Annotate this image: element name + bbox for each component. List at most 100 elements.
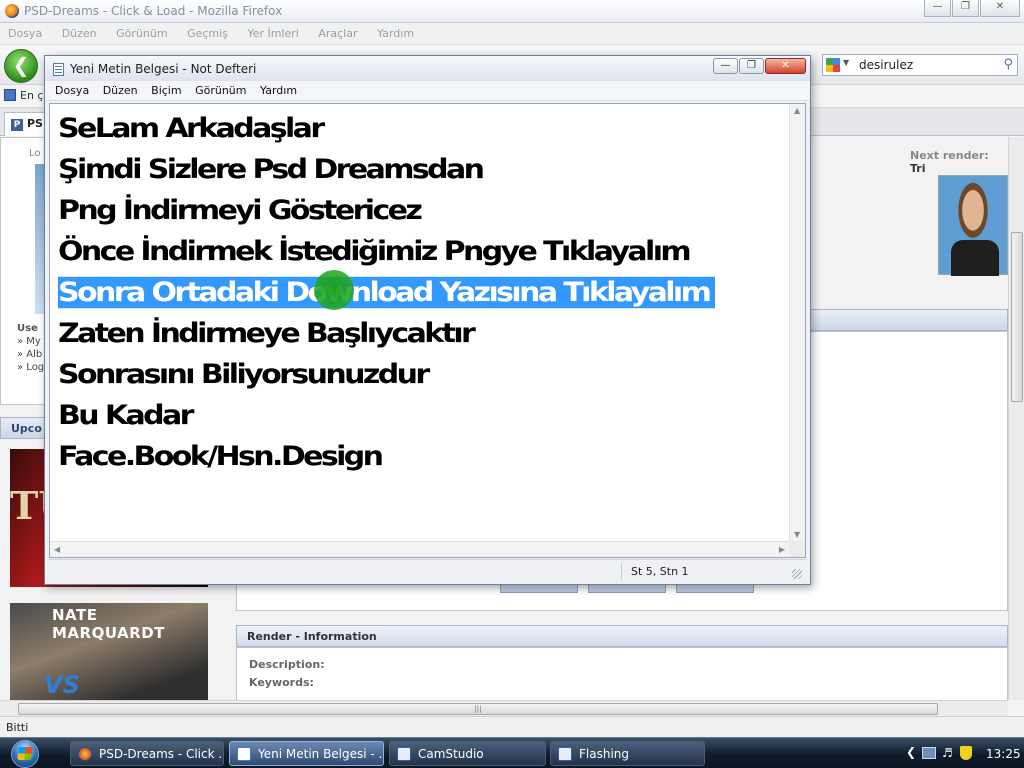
scroll-up-icon[interactable]: ▲ (794, 106, 800, 115)
browser-titlebar: PSD-Dreams - Click & Load - Mozilla Fire… (0, 0, 1024, 23)
taskbar-item-camstudio[interactable]: CamStudio (389, 741, 546, 766)
status-divider (621, 563, 622, 580)
text-line: Önce İndirmek İstediğimiz Pngye Tıklayal… (58, 235, 692, 268)
render-figure (951, 240, 999, 276)
maximize-button[interactable]: ❐ (739, 58, 764, 74)
menu-araclar[interactable]: Araçlar (310, 23, 365, 40)
user-link-logout[interactable]: » Log (17, 361, 44, 374)
text-line-selected: Sonra Ortadaki Download Yazısına Tıklaya… (58, 274, 778, 311)
minimize-button[interactable]: — (924, 0, 951, 17)
menu-yardim[interactable]: Yardım (250, 81, 297, 97)
page-vertical-scrollbar[interactable] (1008, 137, 1024, 700)
scroll-thumb[interactable]: ||| (18, 703, 938, 715)
next-render-label: Next render: (910, 149, 989, 162)
scrollbar-corner (789, 541, 805, 557)
menu-gecmis[interactable]: Geçmiş (179, 23, 236, 40)
mouse-cursor-highlight (314, 270, 354, 310)
bookmark-item[interactable]: En ç (4, 89, 43, 102)
menu-yer-imleri[interactable]: Yer İmleri (239, 23, 306, 40)
status-text: Bitti (6, 721, 29, 734)
notepad-menubar: Dosya Düzen Biçim Görünüm Yardım (45, 81, 810, 101)
bookmark-label: En ç (20, 89, 44, 102)
browser-menubar: Dosya Düzen Görünüm Geçmiş Yer İmleri Ar… (0, 23, 1024, 45)
close-button[interactable]: ✕ (980, 0, 1020, 17)
notepad-statusbar: St 5, Stn 1 (49, 559, 806, 582)
taskbar-item-flashing[interactable]: Flashing (550, 741, 705, 766)
event-poster[interactable]: NATE MARQUARDT VS (10, 603, 208, 700)
taskbar-item-firefox[interactable]: PSD-Dreams - Click ... (70, 741, 224, 766)
text-line: Png İndirmeyi Göstericez (58, 194, 423, 227)
clock[interactable]: 13:25 (986, 747, 1021, 761)
menu-gorunum[interactable]: Görünüm (185, 81, 246, 97)
menu-yardim[interactable]: Yardım (369, 23, 422, 40)
menu-bicim[interactable]: Biçim (141, 81, 181, 97)
back-arrow-icon: ❮ (12, 53, 30, 77)
close-button[interactable]: ✕ (765, 58, 806, 74)
search-engine-dropdown-icon[interactable]: ▼ (843, 58, 849, 67)
flashing-icon (558, 747, 572, 761)
chevron-left-icon[interactable]: ❮ (906, 745, 916, 759)
security-shield-icon[interactable] (960, 746, 972, 760)
bookmark-icon (4, 89, 16, 101)
menu-dosya[interactable]: Dosya (45, 81, 89, 97)
notepad-icon (237, 747, 251, 761)
scroll-right-icon[interactable]: ▶ (779, 545, 785, 554)
notepad-titlebar[interactable]: Yeni Metin Belgesi - Not Defteri — ❐ ✕ (45, 56, 810, 81)
volume-icon[interactable]: ♬ (942, 746, 953, 760)
minimize-button[interactable]: — (713, 58, 738, 74)
user-menu: Use » My » Alb » Log (17, 322, 44, 374)
text-line: Bu Kadar (58, 399, 194, 432)
menu-dosya[interactable]: Dosya (0, 23, 50, 40)
notepad-vertical-scrollbar[interactable]: ▲ ▼ (789, 104, 805, 541)
taskbar: PSD-Dreams - Click ... Yeni Metin Belges… (0, 737, 1024, 768)
notepad-title: Yeni Metin Belgesi - Not Defteri (70, 62, 257, 76)
search-input[interactable] (859, 56, 989, 74)
menu-duzen[interactable]: Düzen (54, 23, 105, 40)
notepad-text: SeLam Arkadaşlar Şimdi Sizlere Psd Dream… (58, 108, 778, 477)
start-button[interactable] (4, 738, 46, 768)
network-icon[interactable] (922, 747, 936, 759)
notepad-text-area[interactable]: SeLam Arkadaşlar Şimdi Sizlere Psd Dream… (49, 103, 806, 558)
search-box[interactable]: ▼ ⚲ (822, 54, 1018, 76)
back-button[interactable]: ❮ (4, 49, 38, 83)
notepad-window: Yeni Metin Belgesi - Not Defteri — ❐ ✕ D… (44, 55, 811, 585)
taskbar-item-label: Yeni Metin Belgesi - ... (258, 747, 384, 761)
notepad-icon (53, 63, 64, 76)
camstudio-icon (397, 747, 411, 761)
tab-label: PS (27, 117, 43, 130)
psd-dreams-favicon: P (11, 119, 23, 131)
cursor-position: St 5, Stn 1 (631, 565, 689, 578)
selected-text: Sonra Ortadaki Download Yazısına Tıklaya… (58, 276, 716, 309)
menu-duzen[interactable]: Düzen (93, 81, 138, 97)
scroll-left-icon[interactable]: ◀ (54, 545, 60, 554)
info-description: Description: (249, 658, 325, 671)
poster-text: NATE MARQUARDT (52, 606, 165, 642)
page-horizontal-scrollbar[interactable]: ||| (0, 700, 1008, 716)
text-line: SeLam Arkadaşlar (58, 112, 325, 145)
next-render: Next render: Tri (910, 149, 1008, 175)
system-tray: ❮ ♬ 13:25 (906, 738, 1024, 768)
taskbar-item-notepad[interactable]: Yeni Metin Belgesi - ... (229, 741, 384, 766)
resize-grip-icon[interactable] (792, 569, 802, 579)
text-line: Face.Book/Hsn.Design (58, 440, 384, 473)
text-line: Zaten İndirmeye Başlıycaktır (58, 317, 476, 350)
google-icon[interactable] (826, 58, 840, 72)
search-icon[interactable]: ⚲ (1003, 57, 1013, 72)
user-link-albums[interactable]: » Alb (17, 348, 44, 361)
taskbar-item-label: PSD-Dreams - Click ... (99, 747, 224, 761)
maximize-button[interactable]: ❐ (952, 0, 979, 17)
taskbar-item-label: CamStudio (418, 747, 484, 761)
info-keywords: Keywords: (249, 676, 314, 689)
user-link-my[interactable]: » My (17, 335, 44, 348)
poster-vs-text: VS (44, 671, 80, 699)
notepad-horizontal-scrollbar[interactable]: ◀ ▶ (50, 541, 789, 557)
next-render-link[interactable]: Tri (910, 162, 926, 175)
text-line: Şimdi Sizlere Psd Dreamsdan (58, 153, 485, 186)
scroll-down-icon[interactable]: ▼ (794, 530, 800, 539)
browser-title: PSD-Dreams - Click & Load - Mozilla Fire… (24, 4, 283, 18)
next-render-thumbnail[interactable] (938, 175, 1008, 276)
browser-statusbar: Bitti (0, 716, 1024, 737)
scroll-thumb[interactable] (1011, 232, 1023, 402)
menu-gorunum[interactable]: Görünüm (108, 23, 175, 40)
login-label: Lo (29, 148, 41, 159)
